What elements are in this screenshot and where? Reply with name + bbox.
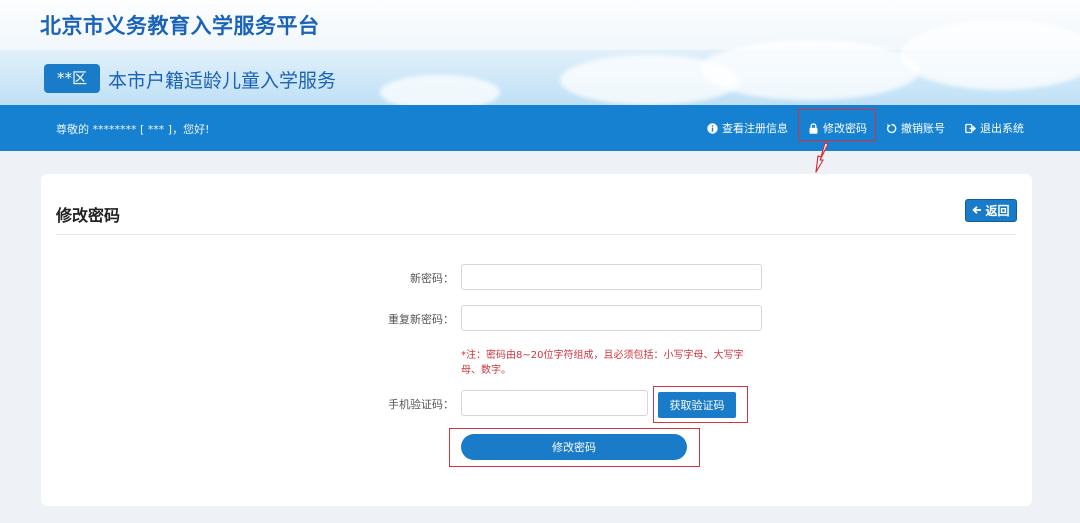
nav-change-password[interactable]: 修改密码	[808, 120, 867, 136]
nav-logout-label: 退出系统	[980, 122, 1024, 135]
new-password-input[interactable]	[461, 264, 762, 290]
header-banner: 北京市义务教育入学服务平台 **区 本市户籍适龄儿童入学服务	[0, 0, 1080, 105]
banner-cloud	[380, 75, 500, 105]
nav-cancel-account[interactable]: 撤销账号	[886, 120, 945, 136]
nav-cancel-account-label: 撤销账号	[901, 122, 945, 135]
sms-code-input[interactable]	[461, 390, 648, 416]
nav-change-password-label: 修改密码	[823, 122, 867, 135]
nav-view-registration-label: 查看注册信息	[722, 122, 788, 135]
arrow-left-icon	[972, 204, 982, 218]
password-rule-note: *注：密码由8~20位字符组成，且必须包括：小写字母、大写字母、数字。	[461, 350, 744, 376]
sms-code-label: 手机验证码：	[388, 398, 454, 411]
lock-icon	[808, 122, 819, 134]
logout-icon	[965, 123, 976, 134]
back-button[interactable]: 返回	[965, 199, 1017, 222]
get-code-button[interactable]: 获取验证码	[658, 392, 736, 418]
service-title: 本市户籍适龄儿童入学服务	[108, 70, 337, 92]
top-navbar: 尊敬的 ******** [ *** ]，您好! 查看注册信息 修改密码 撤销账…	[0, 105, 1080, 151]
submit-change-password-button[interactable]: 修改密码	[461, 434, 687, 460]
change-password-card: 修改密码 返回 新密码： 重复新密码： *注：密码由8~20位字符组成，且必须包…	[41, 174, 1032, 506]
nav-logout[interactable]: 退出系统	[965, 120, 1024, 136]
platform-title: 北京市义务教育入学服务平台	[40, 14, 320, 38]
refresh-icon	[886, 123, 897, 134]
district-badge: **区	[44, 64, 100, 93]
repeat-password-label: 重复新密码：	[388, 313, 454, 326]
title-divider	[56, 234, 1016, 235]
info-icon	[707, 122, 718, 134]
new-password-label: 新密码：	[410, 272, 454, 285]
banner-cloud	[700, 40, 920, 100]
page-title: 修改密码	[56, 206, 121, 225]
back-button-label: 返回	[985, 204, 1010, 218]
nav-view-registration[interactable]: 查看注册信息	[707, 120, 788, 136]
banner-cloud	[900, 20, 1080, 90]
user-greeting: 尊敬的 ******** [ *** ]，您好!	[56, 123, 210, 136]
repeat-password-input[interactable]	[461, 305, 762, 331]
